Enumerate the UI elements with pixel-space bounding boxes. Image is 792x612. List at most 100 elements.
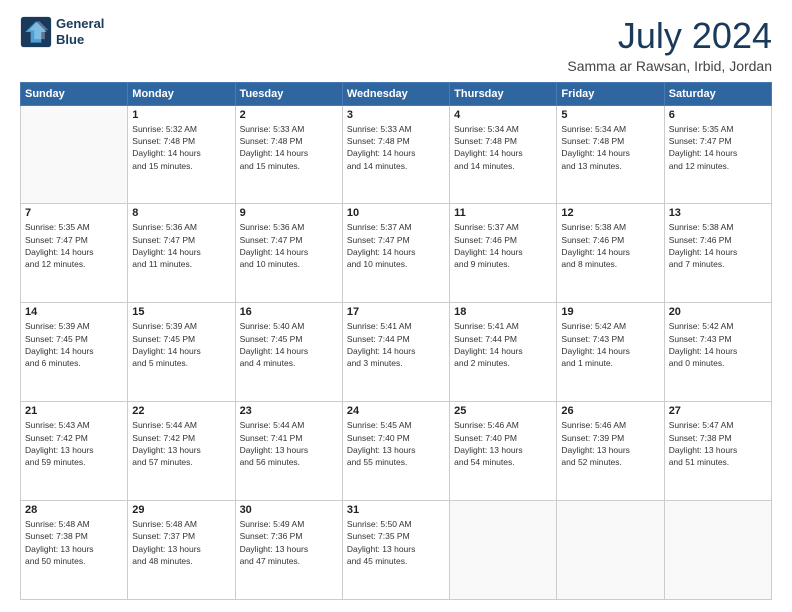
location-subtitle: Samma ar Rawsan, Irbid, Jordan (567, 58, 772, 74)
day-number: 28 (25, 504, 123, 516)
day-number: 25 (454, 405, 552, 417)
calendar-cell: 12 Sunrise: 5:38 AMSunset: 7:46 PMDayligh… (557, 204, 664, 303)
day-info: Sunrise: 5:38 AMSunset: 7:46 PMDaylight:… (561, 221, 659, 270)
day-number: 24 (347, 405, 445, 417)
day-info: Sunrise: 5:32 AMSunset: 7:48 PMDaylight:… (132, 123, 230, 172)
calendar-cell: 13 Sunrise: 5:38 AMSunset: 7:46 PMDayligh… (664, 204, 771, 303)
calendar-cell: 6 Sunrise: 5:35 AMSunset: 7:47 PMDaylight… (664, 105, 771, 204)
title-block: July 2024 Samma ar Rawsan, Irbid, Jordan (567, 16, 772, 74)
calendar-cell: 17 Sunrise: 5:41 AMSunset: 7:44 PMDayligh… (342, 303, 449, 402)
day-info: Sunrise: 5:33 AMSunset: 7:48 PMDaylight:… (240, 123, 338, 172)
day-number: 30 (240, 504, 338, 516)
calendar-cell: 7 Sunrise: 5:35 AMSunset: 7:47 PMDaylight… (21, 204, 128, 303)
calendar-cell: 15 Sunrise: 5:39 AMSunset: 7:45 PMDayligh… (128, 303, 235, 402)
calendar-cell (21, 105, 128, 204)
calendar-week-5: 28 Sunrise: 5:48 AMSunset: 7:38 PMDayligh… (21, 501, 772, 600)
calendar-header-saturday: Saturday (664, 82, 771, 105)
calendar-header-row: SundayMondayTuesdayWednesdayThursdayFrid… (21, 82, 772, 105)
day-number: 15 (132, 306, 230, 318)
calendar-cell: 5 Sunrise: 5:34 AMSunset: 7:48 PMDaylight… (557, 105, 664, 204)
calendar-cell: 28 Sunrise: 5:48 AMSunset: 7:38 PMDayligh… (21, 501, 128, 600)
calendar-cell: 1 Sunrise: 5:32 AMSunset: 7:48 PMDaylight… (128, 105, 235, 204)
day-number: 10 (347, 207, 445, 219)
day-info: Sunrise: 5:48 AMSunset: 7:37 PMDaylight:… (132, 518, 230, 567)
day-info: Sunrise: 5:36 AMSunset: 7:47 PMDaylight:… (240, 221, 338, 270)
day-info: Sunrise: 5:50 AMSunset: 7:35 PMDaylight:… (347, 518, 445, 567)
calendar-header-friday: Friday (557, 82, 664, 105)
day-info: Sunrise: 5:35 AMSunset: 7:47 PMDaylight:… (669, 123, 767, 172)
calendar-cell (664, 501, 771, 600)
day-info: Sunrise: 5:44 AMSunset: 7:41 PMDaylight:… (240, 419, 338, 468)
day-info: Sunrise: 5:44 AMSunset: 7:42 PMDaylight:… (132, 419, 230, 468)
day-number: 1 (132, 109, 230, 121)
calendar-cell: 31 Sunrise: 5:50 AMSunset: 7:35 PMDayligh… (342, 501, 449, 600)
logo: General Blue (20, 16, 104, 48)
day-info: Sunrise: 5:48 AMSunset: 7:38 PMDaylight:… (25, 518, 123, 567)
day-number: 27 (669, 405, 767, 417)
day-info: Sunrise: 5:40 AMSunset: 7:45 PMDaylight:… (240, 320, 338, 369)
calendar-cell: 10Sunrise: 5:37 AMSunset: 7:47 PMDayligh… (342, 204, 449, 303)
calendar-header-sunday: Sunday (21, 82, 128, 105)
calendar-cell: 3Sunrise: 5:33 AMSunset: 7:48 PMDaylight… (342, 105, 449, 204)
calendar-cell: 29 Sunrise: 5:48 AMSunset: 7:37 PMDayligh… (128, 501, 235, 600)
calendar-cell: 20 Sunrise: 5:42 AMSunset: 7:43 PMDayligh… (664, 303, 771, 402)
day-number: 4 (454, 109, 552, 121)
day-info: Sunrise: 5:42 AMSunset: 7:43 PMDaylight:… (669, 320, 767, 369)
day-number: 17 (347, 306, 445, 318)
day-number: 29 (132, 504, 230, 516)
calendar-week-4: 21Sunrise: 5:43 AMSunset: 7:42 PMDayligh… (21, 402, 772, 501)
day-number: 19 (561, 306, 659, 318)
calendar-cell: 4 Sunrise: 5:34 AMSunset: 7:48 PMDaylight… (450, 105, 557, 204)
month-title: July 2024 (567, 16, 772, 56)
calendar-cell: 19 Sunrise: 5:42 AMSunset: 7:43 PMDayligh… (557, 303, 664, 402)
day-number: 2 (240, 109, 338, 121)
logo-text: General Blue (56, 16, 104, 47)
day-info: Sunrise: 5:41 AMSunset: 7:44 PMDaylight:… (454, 320, 552, 369)
calendar-page: General Blue July 2024 Samma ar Rawsan, … (0, 0, 792, 612)
calendar-cell: 8Sunrise: 5:36 AMSunset: 7:47 PMDaylight… (128, 204, 235, 303)
day-number: 12 (561, 207, 659, 219)
calendar-header-wednesday: Wednesday (342, 82, 449, 105)
day-info: Sunrise: 5:34 AMSunset: 7:48 PMDaylight:… (561, 123, 659, 172)
calendar-cell: 2 Sunrise: 5:33 AMSunset: 7:48 PMDaylight… (235, 105, 342, 204)
day-info: Sunrise: 5:39 AMSunset: 7:45 PMDaylight:… (25, 320, 123, 369)
day-number: 20 (669, 306, 767, 318)
day-number: 7 (25, 207, 123, 219)
logo-icon (20, 16, 52, 48)
day-number: 6 (669, 109, 767, 121)
calendar-cell: 16 Sunrise: 5:40 AMSunset: 7:45 PMDayligh… (235, 303, 342, 402)
calendar-cell: 18 Sunrise: 5:41 AMSunset: 7:44 PMDayligh… (450, 303, 557, 402)
calendar-week-2: 7 Sunrise: 5:35 AMSunset: 7:47 PMDaylight… (21, 204, 772, 303)
day-number: 18 (454, 306, 552, 318)
day-info: Sunrise: 5:38 AMSunset: 7:46 PMDaylight:… (669, 221, 767, 270)
day-number: 5 (561, 109, 659, 121)
calendar-cell (450, 501, 557, 600)
day-number: 31 (347, 504, 445, 516)
day-info: Sunrise: 5:46 AMSunset: 7:40 PMDaylight:… (454, 419, 552, 468)
calendar-cell: 11Sunrise: 5:37 AMSunset: 7:46 PMDayligh… (450, 204, 557, 303)
day-number: 13 (669, 207, 767, 219)
calendar-cell: 21Sunrise: 5:43 AMSunset: 7:42 PMDayligh… (21, 402, 128, 501)
calendar-week-1: 1 Sunrise: 5:32 AMSunset: 7:48 PMDaylight… (21, 105, 772, 204)
day-number: 16 (240, 306, 338, 318)
day-info: Sunrise: 5:41 AMSunset: 7:44 PMDaylight:… (347, 320, 445, 369)
day-number: 3 (347, 109, 445, 121)
calendar-cell: 27 Sunrise: 5:47 AMSunset: 7:38 PMDayligh… (664, 402, 771, 501)
day-info: Sunrise: 5:34 AMSunset: 7:48 PMDaylight:… (454, 123, 552, 172)
day-info: Sunrise: 5:47 AMSunset: 7:38 PMDaylight:… (669, 419, 767, 468)
day-info: Sunrise: 5:42 AMSunset: 7:43 PMDaylight:… (561, 320, 659, 369)
day-number: 21 (25, 405, 123, 417)
calendar-header-monday: Monday (128, 82, 235, 105)
calendar-cell: 25 Sunrise: 5:46 AMSunset: 7:40 PMDayligh… (450, 402, 557, 501)
day-number: 23 (240, 405, 338, 417)
day-info: Sunrise: 5:45 AMSunset: 7:40 PMDaylight:… (347, 419, 445, 468)
calendar-cell: 30 Sunrise: 5:49 AMSunset: 7:36 PMDayligh… (235, 501, 342, 600)
calendar-cell: 24 Sunrise: 5:45 AMSunset: 7:40 PMDayligh… (342, 402, 449, 501)
day-info: Sunrise: 5:39 AMSunset: 7:45 PMDaylight:… (132, 320, 230, 369)
calendar-cell: 23 Sunrise: 5:44 AMSunset: 7:41 PMDayligh… (235, 402, 342, 501)
day-info: Sunrise: 5:49 AMSunset: 7:36 PMDaylight:… (240, 518, 338, 567)
calendar-table: SundayMondayTuesdayWednesdayThursdayFrid… (20, 82, 772, 600)
day-number: 8 (132, 207, 230, 219)
day-info: Sunrise: 5:35 AMSunset: 7:47 PMDaylight:… (25, 221, 123, 270)
day-number: 9 (240, 207, 338, 219)
